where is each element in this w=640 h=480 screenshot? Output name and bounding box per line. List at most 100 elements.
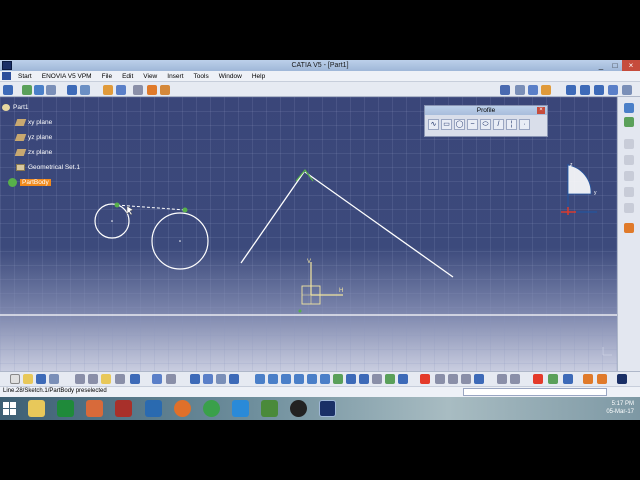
line-icon[interactable]: / xyxy=(493,119,504,130)
tool-icon[interactable] xyxy=(474,374,484,384)
sketch-icon[interactable] xyxy=(22,85,32,95)
zoom-out-icon[interactable] xyxy=(307,374,317,384)
profile-toolbar[interactable]: Profile × ∿ ▭ ◯ ~ ⬭ / ¦ · xyxy=(424,105,548,137)
ie-icon[interactable] xyxy=(232,400,249,417)
maximize-button[interactable]: □ xyxy=(608,60,622,71)
tool-icon[interactable] xyxy=(203,374,213,384)
exit-workbench-icon[interactable] xyxy=(500,85,510,95)
zoom-icon[interactable] xyxy=(80,85,90,95)
tool-icon[interactable] xyxy=(624,187,634,197)
cut-icon[interactable] xyxy=(75,374,85,384)
app-icon[interactable] xyxy=(115,400,132,417)
paste-icon[interactable] xyxy=(101,374,111,384)
tool-icon[interactable] xyxy=(229,374,239,384)
tool-icon[interactable] xyxy=(510,374,520,384)
start-menu-icon[interactable] xyxy=(2,72,11,80)
menu-enovia[interactable]: ENOVIA V5 VPM xyxy=(37,73,97,80)
tool-icon[interactable] xyxy=(624,117,634,127)
open-icon[interactable] xyxy=(23,374,33,384)
menu-start[interactable]: Start xyxy=(13,73,37,80)
menu-view[interactable]: View xyxy=(138,73,162,80)
menu-help[interactable]: Help xyxy=(247,73,270,80)
profile-icon[interactable]: ∿ xyxy=(428,119,439,130)
tool-icon[interactable] xyxy=(541,85,551,95)
system-clock[interactable]: 5:17 PM 05-Mar-17 xyxy=(606,400,634,416)
tree-item-yz-plane[interactable]: yz plane xyxy=(14,134,52,141)
spline-icon[interactable]: ~ xyxy=(467,119,478,130)
normal-view-icon[interactable] xyxy=(67,85,77,95)
help-icon[interactable] xyxy=(130,374,140,384)
command-input[interactable] xyxy=(463,388,607,396)
grid-icon[interactable] xyxy=(103,85,113,95)
tool-icon[interactable] xyxy=(548,374,558,384)
tool-icon[interactable] xyxy=(515,85,525,95)
tool-icon[interactable] xyxy=(435,374,445,384)
print-icon[interactable] xyxy=(49,374,59,384)
copy-icon[interactable] xyxy=(88,374,98,384)
app-icon[interactable] xyxy=(86,400,103,417)
tool-icon[interactable] xyxy=(624,155,634,165)
undo-icon[interactable] xyxy=(115,374,125,384)
tool-icon[interactable] xyxy=(624,103,634,113)
fit-all-icon[interactable] xyxy=(255,374,265,384)
app-icon[interactable] xyxy=(290,400,307,417)
constraint-icon[interactable] xyxy=(147,85,157,95)
store-icon[interactable] xyxy=(145,400,162,417)
tool-icon[interactable] xyxy=(333,374,343,384)
menu-file[interactable]: File xyxy=(97,73,117,80)
tool-icon[interactable] xyxy=(624,203,634,213)
tree-item-zx-plane[interactable]: zx plane xyxy=(14,149,52,156)
arc-icon[interactable] xyxy=(594,85,604,95)
sketcher-viewport[interactable]: H V z y Part1 xy plane yz plane zx plane… xyxy=(0,97,617,371)
tool-icon[interactable] xyxy=(597,374,607,384)
windows-start-button[interactable] xyxy=(3,402,16,415)
tool-icon[interactable] xyxy=(583,374,593,384)
tool-icon[interactable] xyxy=(461,374,471,384)
normal-view-icon[interactable] xyxy=(320,374,330,384)
tool-icon[interactable] xyxy=(398,374,408,384)
new-icon[interactable] xyxy=(10,374,20,384)
arc-icon[interactable] xyxy=(580,85,590,95)
menu-edit[interactable]: Edit xyxy=(117,73,138,80)
tool-icon[interactable] xyxy=(624,139,634,149)
axis-icon[interactable]: ¦ xyxy=(506,119,517,130)
arc-icon[interactable] xyxy=(566,85,576,95)
rotate-icon[interactable] xyxy=(34,85,44,95)
tool-icon[interactable] xyxy=(624,223,634,233)
tool-icon[interactable] xyxy=(216,374,226,384)
pan-icon[interactable] xyxy=(46,85,56,95)
tool-icon[interactable] xyxy=(624,171,634,181)
point-icon[interactable]: · xyxy=(519,119,530,130)
pan-icon[interactable] xyxy=(268,374,278,384)
tool-icon[interactable] xyxy=(190,374,200,384)
rectangle-icon[interactable]: ▭ xyxy=(441,119,452,130)
hide-show-icon[interactable] xyxy=(372,374,382,384)
formula-icon[interactable] xyxy=(152,374,162,384)
menu-tools[interactable]: Tools xyxy=(189,73,214,80)
tree-item-partbody[interactable]: PartBody xyxy=(8,178,51,187)
firefox-icon[interactable] xyxy=(174,400,191,417)
tree-item-geometrical-set[interactable]: Geometrical Set.1 xyxy=(16,164,80,171)
tool-icon[interactable] xyxy=(420,374,430,384)
file-explorer-icon[interactable] xyxy=(28,400,45,417)
excel-icon[interactable] xyxy=(57,400,74,417)
tool-icon[interactable] xyxy=(608,85,618,95)
profile-line-right[interactable] xyxy=(304,171,454,278)
tool-icon[interactable] xyxy=(528,85,538,95)
swap-visible-icon[interactable] xyxy=(385,374,395,384)
minimize-button[interactable]: _ xyxy=(594,60,608,71)
tool-icon[interactable] xyxy=(563,374,573,384)
zoom-in-icon[interactable] xyxy=(294,374,304,384)
construction-icon[interactable] xyxy=(133,85,143,95)
circle-icon[interactable]: ◯ xyxy=(454,119,465,130)
snap-icon[interactable] xyxy=(116,85,126,95)
profile-line-left[interactable] xyxy=(240,171,305,264)
rotate-icon[interactable] xyxy=(281,374,291,384)
tool-icon[interactable] xyxy=(533,374,543,384)
profile-toolbar-title[interactable]: Profile × xyxy=(425,106,547,115)
catia-icon[interactable] xyxy=(319,400,336,417)
save-icon[interactable] xyxy=(36,374,46,384)
profile-close-button[interactable]: × xyxy=(537,107,545,114)
menu-insert[interactable]: Insert xyxy=(162,73,188,80)
ellipse-icon[interactable]: ⬭ xyxy=(480,119,491,130)
